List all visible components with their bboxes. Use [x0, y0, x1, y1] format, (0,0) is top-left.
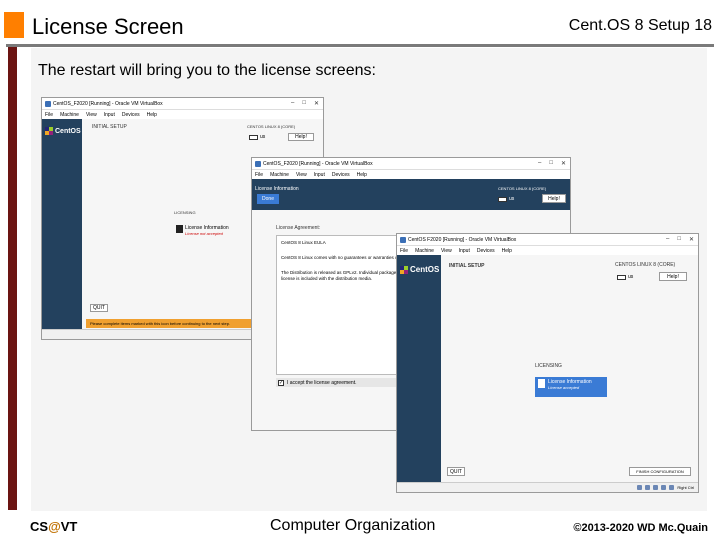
- quit-button[interactable]: QUIT: [447, 467, 465, 476]
- centos-sidebar: CentOS: [42, 119, 82, 329]
- optical-drive-icon[interactable]: [645, 485, 651, 490]
- shared-folder-icon[interactable]: [669, 485, 675, 490]
- vm-menubar: File Machine View Input Devices Help: [252, 170, 570, 179]
- menu-devices[interactable]: Devices: [477, 248, 495, 254]
- product-label: CENTOS LINUX 8 (CORE): [498, 186, 547, 191]
- minimize-icon[interactable]: –: [538, 160, 541, 167]
- menu-devices[interactable]: Devices: [332, 172, 350, 178]
- vm-window-initial-setup-accepted[interactable]: CentOS F2020 [Running] - Oracle VM Virtu…: [396, 233, 699, 493]
- keyboard-icon: [249, 134, 258, 140]
- vm-menubar: File Machine View Input Devices Help: [397, 246, 698, 255]
- usb-icon[interactable]: [661, 485, 667, 490]
- menu-input[interactable]: Input: [459, 248, 470, 254]
- menu-machine[interactable]: Machine: [415, 248, 434, 254]
- menu-help[interactable]: Help: [147, 112, 157, 118]
- license-info-spoke[interactable]: License Information License not accepted: [176, 225, 229, 236]
- license-agreement-label: License Agreement:: [276, 225, 321, 231]
- window-titlebar[interactable]: CentOS_F2020 [Running] - Oracle VM Virtu…: [252, 158, 570, 170]
- centos-sidebar: CentOS: [397, 255, 441, 482]
- menu-file[interactable]: File: [255, 172, 263, 178]
- virtualbox-icon: [255, 160, 261, 167]
- accept-checkbox[interactable]: ✓: [278, 379, 284, 386]
- menu-input[interactable]: Input: [104, 112, 115, 118]
- quit-button[interactable]: QUIT: [90, 304, 108, 312]
- menu-view[interactable]: View: [296, 172, 307, 178]
- keyboard-layout[interactable]: us: [249, 134, 265, 140]
- menu-help[interactable]: Help: [502, 248, 512, 254]
- slide-title: License Screen: [32, 14, 184, 39]
- vm-statusbar: Right Ctrl: [397, 482, 698, 492]
- license-info-spoke[interactable]: License Information License accepted: [535, 377, 607, 397]
- minimize-icon[interactable]: –: [666, 236, 669, 243]
- help-button[interactable]: Help!: [288, 133, 314, 141]
- window-title: CentOS F2020 [Running] - Oracle VM Virtu…: [408, 236, 517, 243]
- window-titlebar[interactable]: CentOS_F2020 [Running] - Oracle VM Virtu…: [42, 98, 323, 110]
- header-divider: [6, 44, 714, 47]
- setup-header: INITIAL SETUP: [92, 124, 127, 130]
- virtualbox-icon: [400, 236, 406, 243]
- close-icon[interactable]: ✕: [561, 160, 566, 167]
- finish-configuration-button[interactable]: FINISH CONFIGURATION: [629, 467, 691, 476]
- virtualbox-icon: [45, 100, 51, 107]
- menu-file[interactable]: File: [400, 248, 408, 254]
- centos-logo: CentOS: [45, 127, 81, 135]
- keyboard-layout[interactable]: us: [617, 274, 633, 280]
- vm-menubar: File Machine View Input Devices Help: [42, 110, 323, 119]
- accept-label[interactable]: I accept the license agreement.: [287, 380, 357, 386]
- license-header-bar: License Information Done CENTOS LINUX 8 …: [252, 179, 570, 210]
- footer-title: Computer Organization: [270, 517, 436, 534]
- maximize-icon[interactable]: □: [677, 236, 681, 243]
- menu-devices[interactable]: Devices: [122, 112, 140, 118]
- window-title: CentOS_F2020 [Running] - Oracle VM Virtu…: [53, 100, 163, 107]
- slide-header-info: Cent.OS 8 Setup 18: [568, 17, 712, 34]
- keyboard-icon: [498, 196, 507, 202]
- left-accent-bar: [8, 47, 17, 510]
- maximize-icon[interactable]: □: [549, 160, 553, 167]
- window-titlebar[interactable]: CentOS F2020 [Running] - Oracle VM Virtu…: [397, 234, 698, 246]
- close-icon[interactable]: ✕: [314, 100, 319, 107]
- help-button[interactable]: Help!: [659, 272, 687, 281]
- title-accent-square: [4, 12, 24, 38]
- menu-view[interactable]: View: [441, 248, 452, 254]
- close-icon[interactable]: ✕: [689, 236, 694, 243]
- maximize-icon[interactable]: □: [302, 100, 306, 107]
- menu-file[interactable]: File: [45, 112, 53, 118]
- menu-machine[interactable]: Machine: [60, 112, 79, 118]
- window-title: CentOS_F2020 [Running] - Oracle VM Virtu…: [263, 160, 373, 167]
- footer-course: CS@VT: [30, 519, 78, 534]
- footer-copyright: ©2013-2020 WD Mc.Quain: [573, 522, 708, 534]
- menu-machine[interactable]: Machine: [270, 172, 289, 178]
- storage-icon[interactable]: [637, 485, 643, 490]
- license-icon: [176, 225, 183, 233]
- menu-help[interactable]: Help: [357, 172, 367, 178]
- network-icon[interactable]: [653, 485, 659, 490]
- warning-text: Please complete items marked with this i…: [90, 321, 231, 326]
- product-label: CENTOS LINUX 8 (CORE): [615, 262, 676, 268]
- keyboard-icon: [617, 274, 626, 280]
- centos-logo: CentOS: [400, 265, 439, 274]
- product-label: CENTOS LINUX 8 (CORE): [247, 124, 296, 129]
- help-button[interactable]: Help!: [542, 194, 566, 203]
- done-button[interactable]: Done: [257, 194, 279, 204]
- guest-screen: CentOS INITIAL SETUP CENTOS LINUX 8 (COR…: [397, 255, 698, 482]
- license-icon: [538, 379, 545, 388]
- menu-view[interactable]: View: [86, 112, 97, 118]
- keyboard-layout[interactable]: us: [498, 196, 514, 202]
- minimize-icon[interactable]: –: [291, 100, 294, 107]
- bullet-text: The restart will bring you to the licens…: [38, 62, 376, 79]
- licensing-section: LICENSING: [174, 210, 196, 215]
- licensing-section: LICENSING: [535, 363, 562, 369]
- setup-header: INITIAL SETUP: [449, 263, 485, 269]
- menu-input[interactable]: Input: [314, 172, 325, 178]
- host-key-label: Right Ctrl: [677, 485, 694, 490]
- license-header-title: License Information: [255, 186, 299, 192]
